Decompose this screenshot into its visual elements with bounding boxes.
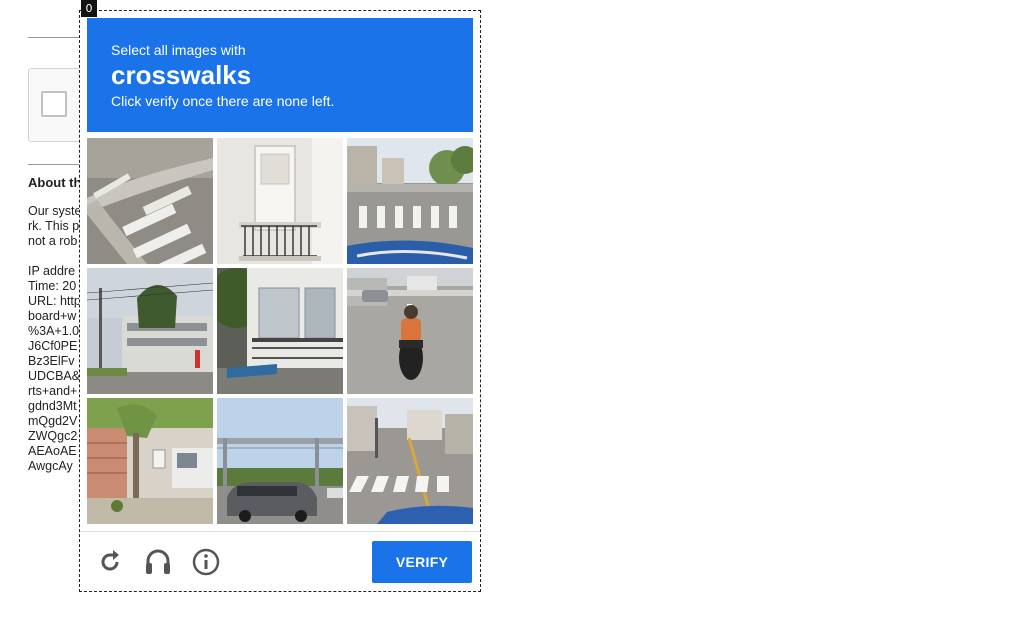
- building-pole-image: [87, 268, 213, 394]
- about-text-line: ZWQgc2: [28, 429, 78, 443]
- about-text-line: rk. This p: [28, 219, 80, 233]
- road-crosswalk-houses-image: [347, 398, 473, 524]
- about-text-line: gdnd3Mt: [28, 399, 77, 413]
- headphones-icon[interactable]: [143, 547, 173, 577]
- sidewalk-tree-van-image: [87, 398, 213, 524]
- about-text-line: URL: http: [28, 294, 81, 308]
- image-tile-8[interactable]: [217, 398, 343, 524]
- image-tile-2[interactable]: [217, 138, 343, 264]
- about-text-line: AEAoAE: [28, 444, 77, 458]
- about-text-line: mQgd2V: [28, 414, 78, 428]
- image-tile-3[interactable]: [347, 138, 473, 264]
- verify-button[interactable]: VERIFY: [372, 541, 472, 583]
- about-text-line: IP addre: [28, 264, 76, 278]
- image-tile-6[interactable]: [347, 268, 473, 394]
- image-tile-9[interactable]: [347, 398, 473, 524]
- image-tile-1[interactable]: [87, 138, 213, 264]
- overhead-sign-car-image: [217, 398, 343, 524]
- about-text-line: not a rob: [28, 234, 78, 248]
- about-text-line: UDCBA&: [28, 369, 81, 383]
- about-text-line: board+w: [28, 309, 77, 323]
- prompt-instruction: Select all images with: [111, 42, 246, 58]
- about-text: Our syste rk. This p not a rob IP addre Time…: [28, 204, 82, 474]
- image-tile-4[interactable]: [87, 268, 213, 394]
- image-tile-5[interactable]: [217, 268, 343, 394]
- about-text-line: Bz3ElFv: [28, 354, 75, 368]
- about-text-line: J6Cf0PE: [28, 339, 78, 353]
- about-text-line: [28, 249, 82, 264]
- about-text-line: Our syste: [28, 204, 82, 218]
- reload-icon[interactable]: [95, 547, 125, 577]
- curb-crosswalk-image: [87, 138, 213, 264]
- frame-index-badge: 0: [81, 0, 97, 17]
- prompt-hint: Click verify once there are none left.: [111, 93, 335, 109]
- about-text-line: AwgcAy: [28, 459, 73, 473]
- about-text-line: Time: 20: [28, 279, 77, 293]
- im-not-robot-checkbox[interactable]: [41, 91, 67, 117]
- street-crosswalk-image: [347, 138, 473, 264]
- about-text-line: rts+and+: [28, 384, 78, 398]
- about-heading: About th: [28, 175, 82, 190]
- balcony-door-image: [217, 138, 343, 264]
- motorcycle-rider-image: [347, 268, 473, 394]
- about-text-line: %3A+1.0: [28, 324, 80, 338]
- prompt-keyword: crosswalks: [111, 60, 252, 90]
- apartment-balcony-image: [217, 268, 343, 394]
- image-tile-7[interactable]: [87, 398, 213, 524]
- footer-divider: [80, 531, 480, 532]
- info-icon[interactable]: [191, 547, 221, 577]
- challenge-prompt: Select all images with crosswalks Click …: [87, 18, 473, 132]
